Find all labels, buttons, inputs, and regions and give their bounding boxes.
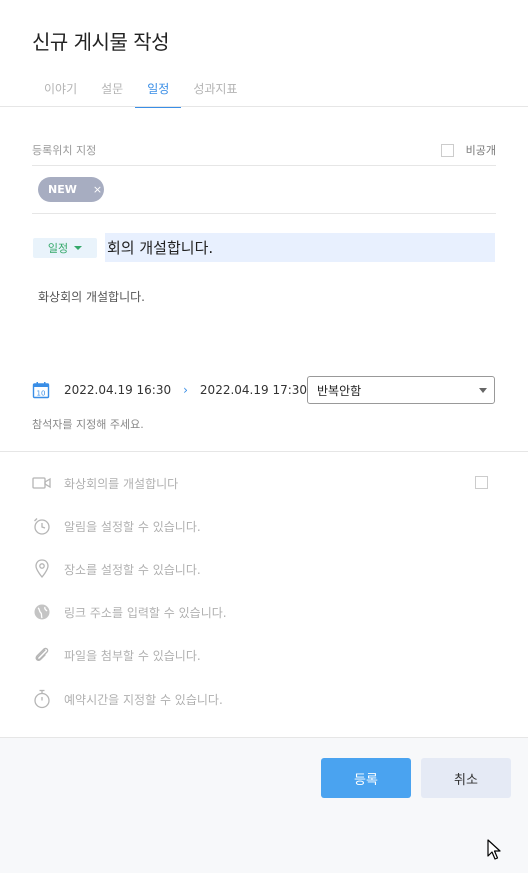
option-attach[interactable]: 파일을 첨부할 수 있습니다. bbox=[32, 644, 201, 666]
alarm-icon bbox=[32, 516, 52, 536]
location-pin-icon bbox=[32, 559, 52, 579]
option-label: 알림을 설정할 수 있습니다. bbox=[64, 519, 201, 534]
private-label: 비공개 bbox=[465, 144, 496, 157]
tab-divider bbox=[0, 106, 528, 107]
body-content[interactable]: 화상회의 개설합니다. bbox=[38, 288, 145, 305]
video-icon bbox=[32, 473, 52, 493]
option-link[interactable]: 링크 주소를 입력할 수 있습니다. bbox=[32, 601, 227, 623]
category-dropdown[interactable]: 일정 bbox=[33, 238, 97, 258]
tab-schedule[interactable]: 일정 bbox=[135, 80, 182, 108]
option-alarm[interactable]: 알림을 설정할 수 있습니다. bbox=[32, 515, 201, 537]
tab-kpi[interactable]: 성과지표 bbox=[181, 80, 249, 105]
cancel-button[interactable]: 취소 bbox=[421, 758, 511, 798]
date-range: 10 2022.04.19 16:30 › 2022.04.19 17:30 bbox=[32, 376, 307, 404]
option-label: 링크 주소를 입력할 수 있습니다. bbox=[64, 605, 227, 620]
tab-bar: 이야기 설문 일정 성과지표 bbox=[32, 80, 249, 108]
private-toggle[interactable]: 비공개 bbox=[440, 142, 496, 158]
chevron-right-icon: › bbox=[183, 383, 188, 397]
location-row: 등록위치 지정 비공개 bbox=[32, 140, 496, 160]
paperclip-icon bbox=[32, 645, 52, 665]
stopwatch-icon bbox=[32, 689, 52, 709]
attendee-hint[interactable]: 참석자를 지정해 주세요. bbox=[32, 416, 144, 432]
calendar-day: 10 bbox=[37, 390, 46, 398]
divider bbox=[32, 213, 496, 214]
repeat-value: 반복안함 bbox=[317, 383, 362, 398]
option-label: 파일을 첨부할 수 있습니다. bbox=[64, 648, 201, 663]
private-checkbox[interactable] bbox=[440, 143, 454, 157]
caret-down-icon bbox=[74, 246, 83, 250]
repeat-select[interactable]: 반복안함 bbox=[307, 376, 495, 404]
tag-remove-icon[interactable]: × bbox=[93, 183, 102, 196]
tab-survey[interactable]: 설문 bbox=[89, 80, 135, 105]
option-location[interactable]: 장소를 설정할 수 있습니다. bbox=[32, 558, 201, 580]
dialog-title: 신규 게시물 작성 bbox=[32, 30, 170, 54]
end-datetime[interactable]: 2022.04.19 17:30 bbox=[200, 383, 307, 397]
category-label: 일정 bbox=[47, 242, 69, 255]
option-label: 장소를 설정할 수 있습니다. bbox=[64, 562, 201, 577]
title-input[interactable]: 회의 개설합니다. bbox=[105, 233, 495, 262]
divider bbox=[0, 451, 528, 452]
location-label: 등록위치 지정 bbox=[32, 144, 97, 157]
option-video-meeting[interactable]: 화상회의를 개설합니다 bbox=[32, 472, 178, 494]
option-reservation[interactable]: 예약시간을 지정할 수 있습니다. bbox=[32, 688, 223, 710]
caret-down-icon bbox=[479, 388, 487, 393]
divider bbox=[32, 165, 496, 166]
option-label: 화상회의를 개설합니다 bbox=[64, 476, 179, 491]
tab-story[interactable]: 이야기 bbox=[32, 80, 89, 105]
option-label: 예약시간을 지정할 수 있습니다. bbox=[64, 692, 223, 707]
location-tag: NEW × bbox=[38, 177, 104, 202]
submit-button[interactable]: 등록 bbox=[321, 758, 411, 798]
video-meeting-checkbox[interactable] bbox=[475, 476, 488, 489]
location-tag-label: NEW bbox=[48, 183, 77, 196]
calendar-icon[interactable]: 10 bbox=[32, 381, 50, 399]
globe-icon bbox=[32, 602, 52, 622]
mouse-cursor-icon bbox=[487, 839, 501, 860]
start-datetime[interactable]: 2022.04.19 16:30 bbox=[64, 383, 171, 397]
